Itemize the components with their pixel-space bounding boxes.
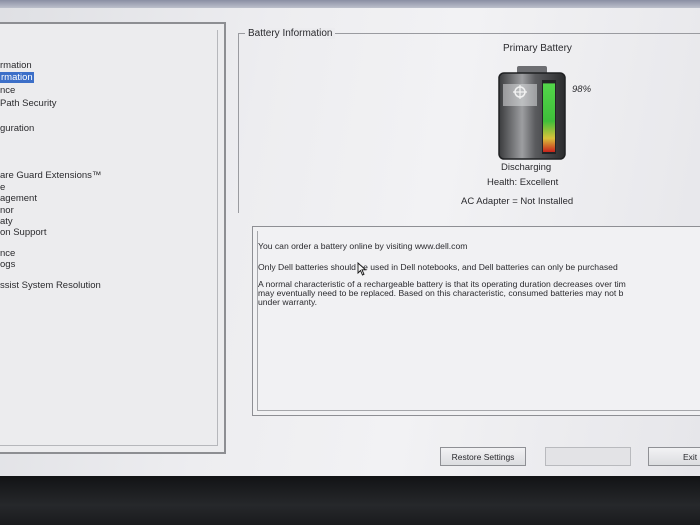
primary-battery-label: Primary Battery (503, 43, 572, 54)
apply-button (545, 447, 631, 466)
battery-icon (495, 64, 575, 162)
exit-button[interactable]: Exit (648, 447, 700, 466)
tree-item-software-guard-extensions[interactable]: are Guard Extensions™ (0, 170, 101, 182)
tree-item-battery-information[interactable]: rmation (0, 72, 34, 84)
battery-health: Health: Excellent (487, 177, 559, 188)
message-line: Only Dell batteries should be used in De… (258, 262, 618, 272)
battery-state: Discharging (501, 162, 552, 173)
tree-item-system-configuration[interactable]: guration (0, 123, 34, 135)
tree-item-virtualization-support[interactable]: on Support (0, 227, 46, 239)
mouse-pointer-icon (357, 261, 367, 276)
tree-item-power-management[interactable]: agement (0, 193, 37, 205)
message-box-frame (257, 231, 700, 411)
group-title: Battery Information (245, 28, 336, 39)
tree-item-system-logs[interactable]: ogs (0, 259, 15, 271)
message-line: You can order a battery online by visiti… (258, 241, 468, 251)
message-line: under warranty. (258, 297, 318, 307)
charge-percent: 98% (572, 84, 592, 95)
tree-item-boot-path-security[interactable]: Path Security (0, 98, 57, 110)
tree-item-system-information[interactable]: rmation (0, 60, 32, 72)
monitor-bottom-bezel (0, 476, 700, 525)
restore-settings-button[interactable]: Restore Settings (440, 447, 526, 466)
tree-item-supportassist-system-resolution[interactable]: ssist System Resolution (0, 280, 101, 292)
tree-item-boot-sequence[interactable]: nce (0, 85, 15, 97)
ac-adapter-status: AC Adapter = Not Installed (461, 196, 574, 207)
battery-information-group (238, 33, 700, 213)
battery-message-box: You can order a battery online by visiti… (252, 226, 700, 416)
